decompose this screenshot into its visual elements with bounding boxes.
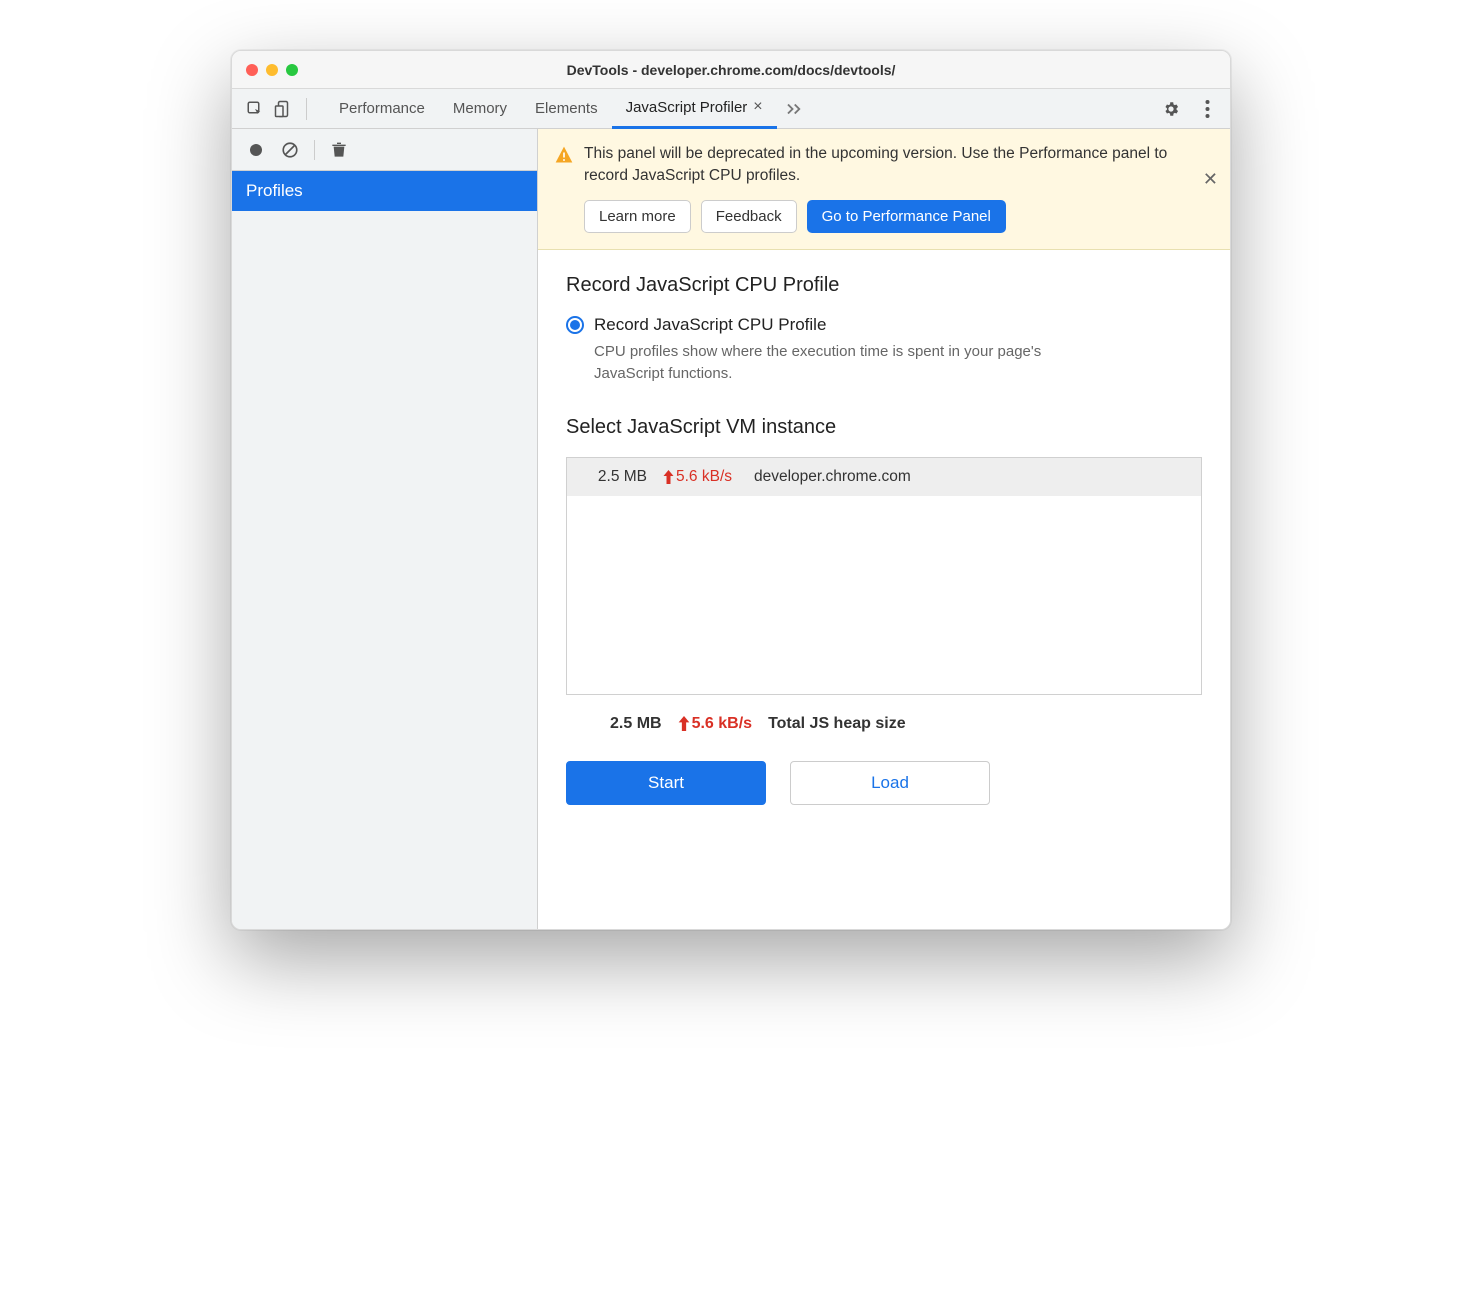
more-tabs-icon[interactable]: [777, 89, 811, 129]
radio-description: CPU profiles show where the execution ti…: [594, 341, 1114, 386]
banner-text: This panel will be deprecated in the upc…: [584, 143, 1186, 188]
vm-heading: Select JavaScript VM instance: [566, 416, 1202, 439]
settings-icon[interactable]: [1160, 98, 1182, 120]
feedback-button[interactable]: Feedback: [701, 200, 797, 233]
close-tab-icon[interactable]: ×: [753, 98, 762, 116]
profile-type-radio[interactable]: Record JavaScript CPU Profile: [566, 315, 1202, 335]
vm-section: Select JavaScript VM instance 2.5 MB 5.6…: [566, 416, 1202, 805]
tab-label: Memory: [453, 100, 507, 117]
start-button[interactable]: Start: [566, 761, 766, 805]
record-icon[interactable]: [246, 140, 266, 160]
vm-instance-list: 2.5 MB 5.6 kB/s developer.chrome.com: [566, 457, 1202, 695]
delete-icon[interactable]: [329, 140, 349, 160]
titlebar: DevTools - developer.chrome.com/docs/dev…: [232, 51, 1230, 89]
window-controls: [246, 64, 298, 76]
deprecation-banner: This panel will be deprecated in the upc…: [538, 129, 1230, 250]
action-buttons: Start Load: [566, 761, 1202, 805]
load-button[interactable]: Load: [790, 761, 990, 805]
summary-rate: 5.6 kB/s: [678, 715, 752, 733]
vm-instance-row[interactable]: 2.5 MB 5.6 kB/s developer.chrome.com: [567, 458, 1201, 496]
warning-icon: [554, 145, 574, 165]
sidebar-toolbar: [232, 129, 537, 171]
record-heading: Record JavaScript CPU Profile: [566, 274, 1202, 297]
main-panel: This panel will be deprecated in the upc…: [538, 129, 1230, 929]
banner-close-icon[interactable]: ✕: [1203, 169, 1218, 190]
tab-label: Elements: [535, 100, 598, 117]
devtools-window: DevTools - developer.chrome.com/docs/dev…: [231, 50, 1231, 930]
banner-buttons: Learn more Feedback Go to Performance Pa…: [584, 200, 1186, 233]
tab-javascript-profiler[interactable]: JavaScript Profiler ×: [612, 89, 777, 129]
tab-elements[interactable]: Elements: [521, 89, 612, 129]
inspect-element-icon[interactable]: [244, 98, 266, 120]
panel-body: Profiles This panel will be deprecated i…: [232, 129, 1230, 929]
window-title: DevTools - developer.chrome.com/docs/dev…: [232, 62, 1230, 78]
summary-rate-value: 5.6 kB/s: [692, 715, 752, 733]
vm-rate-value: 5.6 kB/s: [676, 468, 732, 486]
sidebar-item-profiles[interactable]: Profiles: [232, 171, 537, 211]
panel-tabs: Performance Memory Elements JavaScript P…: [325, 89, 811, 129]
tab-memory[interactable]: Memory: [439, 89, 521, 129]
clear-icon[interactable]: [280, 140, 300, 160]
vm-rate: 5.6 kB/s: [663, 468, 732, 486]
summary-size: 2.5 MB: [610, 715, 662, 733]
vm-host: developer.chrome.com: [754, 468, 911, 486]
content-area: Record JavaScript CPU Profile Record Jav…: [538, 250, 1230, 929]
learn-more-button[interactable]: Learn more: [584, 200, 691, 233]
heap-summary: 2.5 MB 5.6 kB/s Total JS heap size: [566, 695, 1202, 733]
toolbar-right: [1160, 98, 1218, 120]
tab-label: Performance: [339, 100, 425, 117]
radio-label: Record JavaScript CPU Profile: [594, 315, 826, 335]
goto-performance-button[interactable]: Go to Performance Panel: [807, 200, 1006, 233]
sidebar-item-label: Profiles: [246, 181, 303, 200]
main-toolbar: Performance Memory Elements JavaScript P…: [232, 89, 1230, 129]
more-options-icon[interactable]: [1196, 98, 1218, 120]
minimize-window-button[interactable]: [266, 64, 278, 76]
arrow-up-icon: [663, 470, 674, 484]
maximize-window-button[interactable]: [286, 64, 298, 76]
summary-label: Total JS heap size: [768, 715, 906, 733]
radio-icon: [566, 316, 584, 334]
tab-label: JavaScript Profiler: [626, 99, 748, 116]
device-toggle-icon[interactable]: [272, 98, 294, 120]
sidebar: Profiles: [232, 129, 538, 929]
separator: [314, 140, 315, 160]
vm-size: 2.5 MB: [583, 468, 647, 486]
separator: [306, 98, 307, 120]
arrow-up-icon: [678, 716, 690, 731]
tab-performance[interactable]: Performance: [325, 89, 439, 129]
close-window-button[interactable]: [246, 64, 258, 76]
